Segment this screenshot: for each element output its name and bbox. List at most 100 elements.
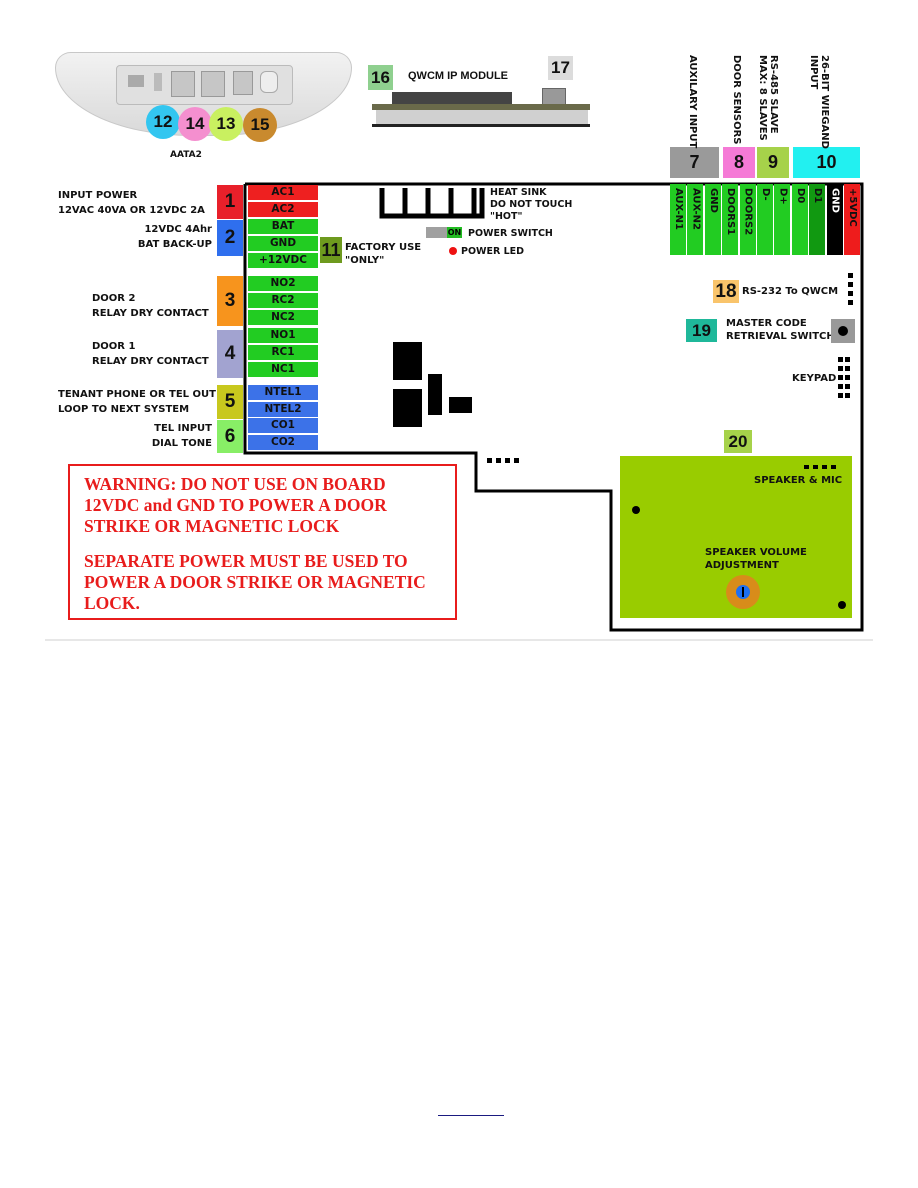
- group-label-line: DOOR 1: [92, 341, 136, 352]
- keypad-header-pin: [845, 375, 850, 380]
- terminal-rc1[interactable]: RC1: [248, 345, 318, 360]
- badge-20: 20: [724, 430, 752, 453]
- group-label-10: 26-BIT WIEGAND INPUT: [808, 55, 830, 149]
- relay-component: [393, 389, 422, 427]
- keypad-header-pin: [845, 357, 850, 362]
- terminal-gnd[interactable]: GND: [826, 184, 843, 255]
- group-label-line: INPUT POWER: [58, 190, 138, 201]
- group-label-3: DOOR 2 RELAY DRY CONTACT: [92, 292, 209, 322]
- terminal-ac2[interactable]: AC2: [248, 202, 318, 217]
- terminal-gnd[interactable]: GND: [704, 184, 721, 255]
- terminal-dplus[interactable]: D+: [774, 184, 791, 255]
- group-badge-2: 2: [217, 220, 243, 256]
- group-label-line: 26-BIT WIEGAND: [819, 55, 830, 149]
- volume-line-1: SPEAKER VOLUME: [705, 547, 807, 558]
- group-badge-4: 4: [217, 330, 243, 378]
- terminal-doors2[interactable]: DOORS2: [739, 184, 756, 255]
- group-label-line: AUXILARY INPUT: [687, 55, 698, 149]
- terminal-nc2[interactable]: NC2: [248, 310, 318, 325]
- relay-component: [393, 342, 422, 380]
- group-label-8: DOOR SENSORS: [731, 55, 742, 145]
- terminal-co1[interactable]: CO1: [248, 418, 318, 433]
- speaker-module: SPEAKER & MIC SPEAKER VOLUME ADJUSTMENT: [620, 456, 852, 618]
- terminal-bat[interactable]: BAT: [248, 219, 318, 234]
- rs232-label: RS-232 To QWCM: [742, 286, 839, 297]
- terminal-no1[interactable]: NO1: [248, 328, 318, 343]
- terminal-ntel1[interactable]: NTEL1: [248, 385, 318, 400]
- keypad-header-pin: [845, 384, 850, 389]
- terminal-aux-n2[interactable]: AUX-N2: [687, 184, 704, 255]
- warning-box: WARNING: DO NOT USE ON BOARD 12VDC and G…: [68, 464, 457, 620]
- group-badge-8: 8: [723, 147, 755, 178]
- group-label-line: DOOR SENSORS: [731, 55, 742, 145]
- group-label-2: 12VDC 4Ahr BAT BACK-UP: [138, 223, 212, 253]
- warning-line: LOCK.: [84, 593, 140, 613]
- terminal-ntel2[interactable]: NTEL2: [248, 402, 318, 417]
- power-switch[interactable]: ON: [426, 227, 462, 238]
- terminal-no2[interactable]: NO2: [248, 276, 318, 291]
- terminal-d1[interactable]: D1: [809, 184, 826, 255]
- group-label-line: RELAY DRY CONTACT: [92, 356, 209, 367]
- warning-line: POWER A DOOR STRIKE OR MAGNETIC: [84, 572, 426, 592]
- keypad-header-pin: [845, 393, 850, 398]
- group-label-line: 12VDC 4Ahr: [144, 224, 212, 235]
- group-label-line: DOOR 2: [92, 293, 136, 304]
- group-label-7: AUXILARY INPUT: [687, 55, 698, 148]
- group-badge-6: 6: [217, 420, 243, 453]
- keypad-header-pin: [838, 375, 843, 380]
- group-label-9: RS-485 SLAVE MAX: 8 SLAVES: [757, 55, 779, 141]
- group-label-line: DIAL TONE: [151, 438, 212, 449]
- master-code-label: MASTER CODE RETRIEVAL SWITCH: [726, 317, 835, 343]
- board-header-pin: [514, 458, 519, 463]
- volume-knob[interactable]: [726, 575, 760, 609]
- group-badge-7: 7: [670, 147, 719, 178]
- volume-line-2: ADJUSTMENT: [705, 560, 779, 571]
- group-badge-5: 5: [217, 385, 243, 419]
- master-line-2: RETRIEVAL SWITCH: [726, 331, 835, 342]
- keypad-header-pin: [845, 366, 850, 371]
- terminal-co2[interactable]: CO2: [248, 435, 318, 450]
- terminal-doors1[interactable]: DOORS1: [722, 184, 739, 255]
- group-label-1: INPUT POWER 12VAC 40VA OR 12VDC 2A: [58, 189, 205, 219]
- group-label-line: BAT BACK-UP: [137, 239, 212, 250]
- group-label-line: INPUT: [808, 55, 819, 90]
- speaker-mic-header-pins: [804, 465, 840, 469]
- group-badge-10: 10: [793, 147, 860, 178]
- group-badge-1: 1: [217, 185, 243, 219]
- warning-line: SEPARATE POWER MUST BE USED TO: [84, 551, 408, 571]
- terminal-gnd[interactable]: GND: [248, 236, 318, 251]
- component: [428, 374, 442, 415]
- terminal-d-[interactable]: D-: [757, 184, 773, 255]
- group-label-line: RELAY DRY CONTACT: [92, 308, 209, 319]
- board-header-pin: [487, 458, 492, 463]
- group-label-line: RS-485 SLAVE: [768, 55, 779, 134]
- group-label-line: TEL INPUT: [154, 423, 212, 434]
- speaker-volume-label: SPEAKER VOLUME ADJUSTMENT: [705, 546, 807, 572]
- group-badge-3: 3: [217, 276, 243, 326]
- board-header-pin: [496, 458, 501, 463]
- terminal-aux-n1[interactable]: AUX-N1: [670, 184, 686, 255]
- terminal-plus12vdc[interactable]: +12VDC: [248, 253, 318, 268]
- rs232-header-pin: [848, 291, 853, 296]
- master-code-retrieval-switch[interactable]: [831, 319, 855, 343]
- rs232-header-pin: [848, 282, 853, 287]
- group-label-4: DOOR 1 RELAY DRY CONTACT: [92, 340, 209, 370]
- keypad-label: KEYPAD: [792, 373, 837, 384]
- power-led-label: POWER LED: [461, 246, 525, 257]
- terminal-d0[interactable]: D0: [791, 184, 808, 255]
- heatsink-line-2: DO NOT TOUCH: [490, 199, 573, 210]
- wiring-diagram-page: 12 14 13 15 AATA2 16 QWCM IP MODULE 17 1…: [0, 0, 918, 1188]
- terminal-ac1[interactable]: AC1: [248, 185, 318, 200]
- terminal-nc1[interactable]: NC1: [248, 362, 318, 377]
- badge-11: 11: [320, 237, 342, 263]
- group-label-line: LOOP TO NEXT SYSTEM: [58, 404, 190, 415]
- group-label-line: 12VAC 40VA OR 12VDC 2A: [58, 205, 205, 216]
- group-label-5: TENANT PHONE OR TEL OUT LOOP TO NEXT SYST…: [58, 388, 216, 418]
- terminal-rc2[interactable]: RC2: [248, 293, 318, 308]
- keypad-header-pin: [838, 393, 843, 398]
- badge-19: 19: [686, 319, 717, 342]
- factory-line-2: "ONLY": [345, 255, 385, 266]
- factory-use-label: FACTORY USE "ONLY": [345, 241, 421, 267]
- footer-rule: [438, 1115, 504, 1116]
- terminal-plus5vdc[interactable]: +5VDC: [844, 184, 860, 255]
